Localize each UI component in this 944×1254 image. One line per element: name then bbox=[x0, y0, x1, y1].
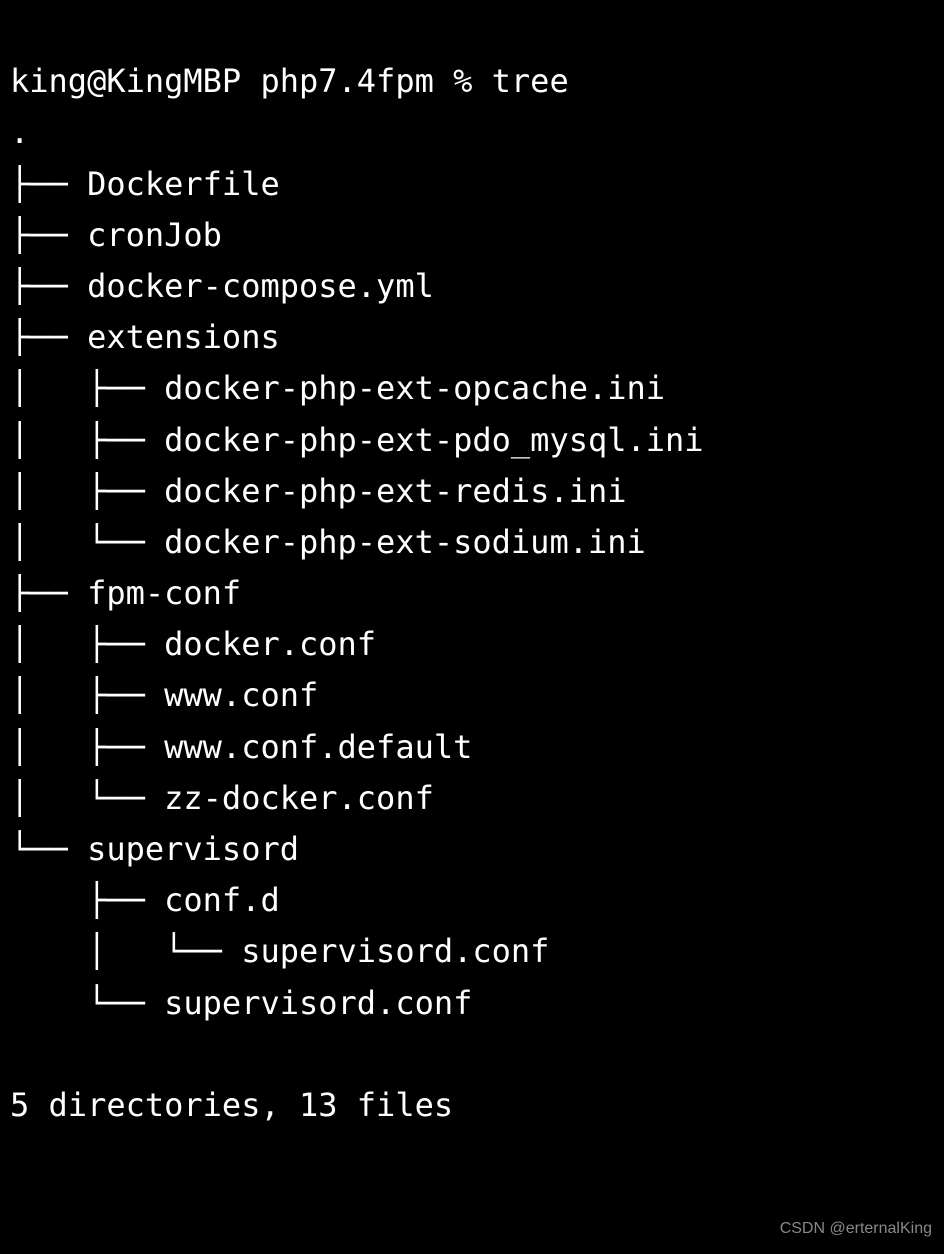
tree-line: │ ├── docker.conf bbox=[10, 625, 376, 663]
prompt-cwd: php7.4fpm bbox=[260, 62, 433, 100]
tree-line: │ ├── docker-php-ext-opcache.ini bbox=[10, 369, 665, 407]
tree-line: │ ├── www.conf bbox=[10, 676, 318, 714]
prompt-host: KingMBP bbox=[106, 62, 241, 100]
tree-line: └── supervisord bbox=[10, 830, 299, 868]
tree-line: │ └── docker-php-ext-sodium.ini bbox=[10, 523, 646, 561]
tree-line: ├── fpm-conf bbox=[10, 574, 241, 612]
prompt-user: king bbox=[10, 62, 87, 100]
tree-line: ├── extensions bbox=[10, 318, 280, 356]
prompt-symbol: % bbox=[453, 62, 472, 100]
tree-line: ├── Dockerfile bbox=[10, 165, 280, 203]
tree-line: ├── docker-compose.yml bbox=[10, 267, 434, 305]
tree-line: │ ├── docker-php-ext-pdo_mysql.ini bbox=[10, 421, 704, 459]
tree-line: ├── conf.d bbox=[10, 881, 280, 919]
prompt-command: tree bbox=[492, 62, 569, 100]
tree-line: │ ├── www.conf.default bbox=[10, 728, 472, 766]
tree-summary: 5 directories, 13 files bbox=[10, 1086, 453, 1124]
watermark: CSDN @erternalKing bbox=[780, 1216, 932, 1242]
tree-line: ├── cronJob bbox=[10, 216, 222, 254]
tree-root: . bbox=[10, 113, 29, 151]
tree-line: │ ├── docker-php-ext-redis.ini bbox=[10, 472, 627, 510]
prompt-line: king@KingMBP php7.4fpm % tree bbox=[10, 62, 569, 100]
tree-line: └── supervisord.conf bbox=[10, 984, 472, 1022]
terminal-output: king@KingMBP php7.4fpm % tree . ├── Dock… bbox=[10, 5, 934, 1131]
tree-line: │ └── zz-docker.conf bbox=[10, 779, 434, 817]
tree-line: │ └── supervisord.conf bbox=[10, 932, 549, 970]
